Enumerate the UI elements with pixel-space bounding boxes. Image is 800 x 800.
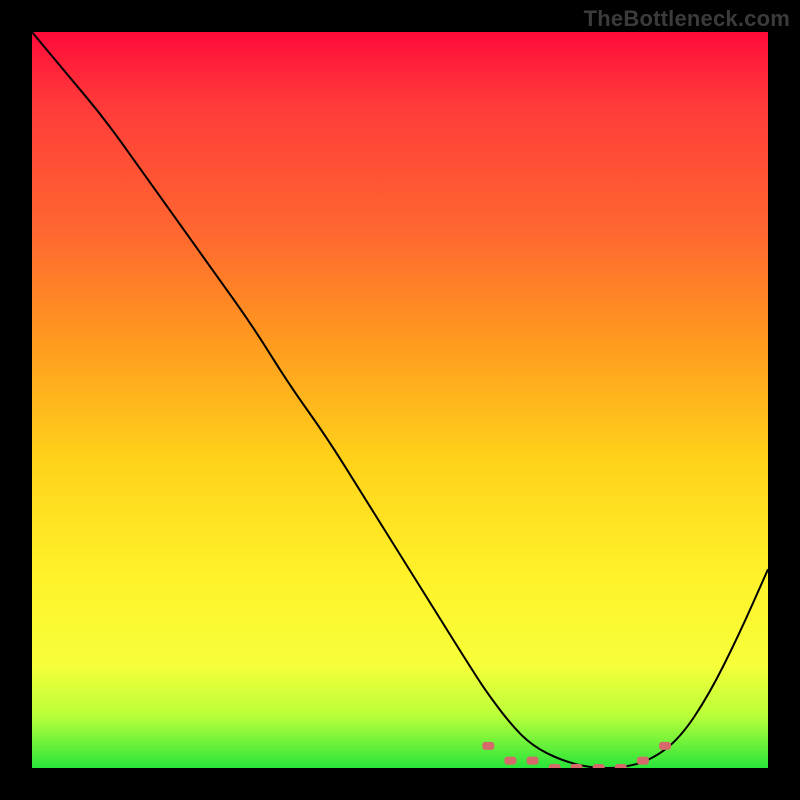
marker-dash (549, 764, 561, 768)
marker-dash (615, 764, 627, 768)
marker-dash (593, 764, 605, 768)
marker-dash (659, 742, 671, 750)
marker-dash (527, 757, 539, 765)
marker-dash (504, 757, 516, 765)
chart-overlay (32, 32, 768, 768)
marker-dash (482, 742, 494, 750)
chart-frame: TheBottleneck.com (0, 0, 800, 800)
bottleneck-curve (32, 32, 768, 768)
marker-dash (571, 764, 583, 768)
marker-dash (637, 757, 649, 765)
watermark-text: TheBottleneck.com (584, 6, 790, 32)
optimal-band-markers (482, 742, 671, 768)
